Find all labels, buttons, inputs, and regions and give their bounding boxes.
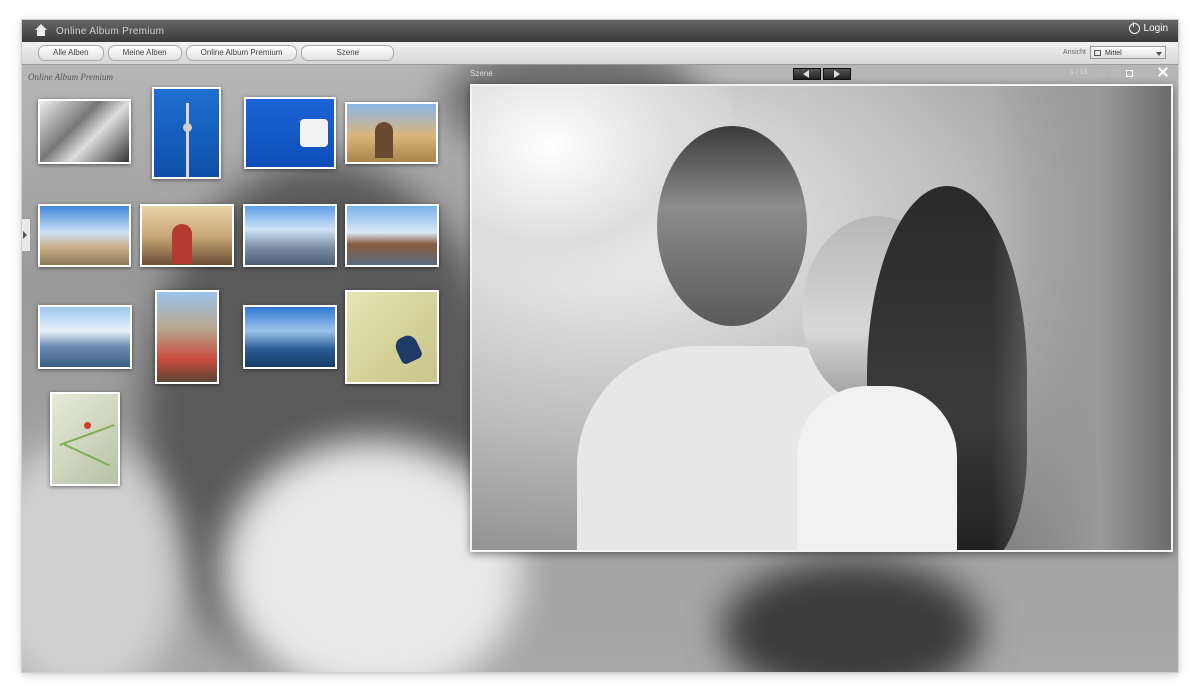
home-icon[interactable] bbox=[34, 24, 48, 38]
login-label: Login bbox=[1143, 23, 1168, 34]
grid-icon bbox=[1094, 50, 1101, 56]
thumbnail-berlin-blue[interactable] bbox=[244, 97, 336, 169]
breadcrumb-album[interactable]: Online Album Premium bbox=[185, 45, 298, 61]
login-button[interactable]: Login bbox=[1128, 22, 1168, 34]
breadcrumb: Alle Alben Meine Alben Online Album Prem… bbox=[22, 42, 1178, 65]
thumbnail-spree-skyline[interactable] bbox=[243, 305, 337, 369]
breadcrumb-all-albums[interactable]: Alle Alben bbox=[38, 45, 104, 61]
close-icon[interactable] bbox=[1158, 67, 1168, 77]
view-label: Ansicht bbox=[1063, 49, 1086, 56]
fullscreen-icon[interactable] bbox=[1140, 70, 1147, 77]
app-window: Online Album Premium Login Alle Alben Me… bbox=[22, 20, 1178, 672]
thumbnail-couple-bw[interactable] bbox=[38, 99, 131, 164]
thumbnail-cathedral-couple[interactable] bbox=[155, 290, 219, 384]
info-icon[interactable] bbox=[1126, 70, 1133, 77]
thumbnail-river-bridge[interactable] bbox=[38, 305, 132, 369]
zoom-in-icon[interactable] bbox=[1112, 70, 1119, 77]
thumbnail-brandenburg-gate-woman[interactable] bbox=[345, 102, 438, 164]
main-photo bbox=[470, 84, 1173, 552]
thumbnail-brandenburg-gate[interactable] bbox=[38, 204, 131, 267]
next-button[interactable] bbox=[823, 68, 851, 80]
thumbnail-city-map[interactable] bbox=[50, 392, 120, 486]
app-title: Online Album Premium bbox=[56, 25, 165, 37]
sidebar-toggle[interactable] bbox=[22, 218, 31, 252]
thumbnail-map-dog[interactable] bbox=[345, 290, 439, 384]
album-title: Online Album Premium bbox=[28, 72, 113, 82]
background-blur bbox=[722, 560, 982, 672]
previous-button[interactable] bbox=[793, 68, 821, 80]
power-icon bbox=[1128, 22, 1140, 34]
view-select-value: Mittel bbox=[1105, 50, 1122, 57]
chevron-down-icon bbox=[1156, 52, 1162, 56]
thumbnail-tv-tower[interactable] bbox=[152, 87, 221, 179]
thumbnail-couple-gate[interactable] bbox=[140, 204, 234, 267]
viewer-label: Szene bbox=[470, 69, 493, 78]
zoom-out-icon[interactable] bbox=[1098, 70, 1105, 77]
view-select[interactable]: Mittel bbox=[1090, 46, 1166, 59]
breadcrumb-my-albums[interactable]: Meine Alben bbox=[107, 45, 182, 61]
breadcrumb-scene[interactable]: Szene bbox=[301, 45, 395, 61]
thumbnail-oberbaum-bridge[interactable] bbox=[345, 204, 439, 267]
thumbnail-city-panorama[interactable] bbox=[243, 204, 337, 267]
title-bar: Online Album Premium Login bbox=[22, 20, 1178, 42]
photo-counter: 1 / 13 bbox=[1070, 69, 1088, 76]
